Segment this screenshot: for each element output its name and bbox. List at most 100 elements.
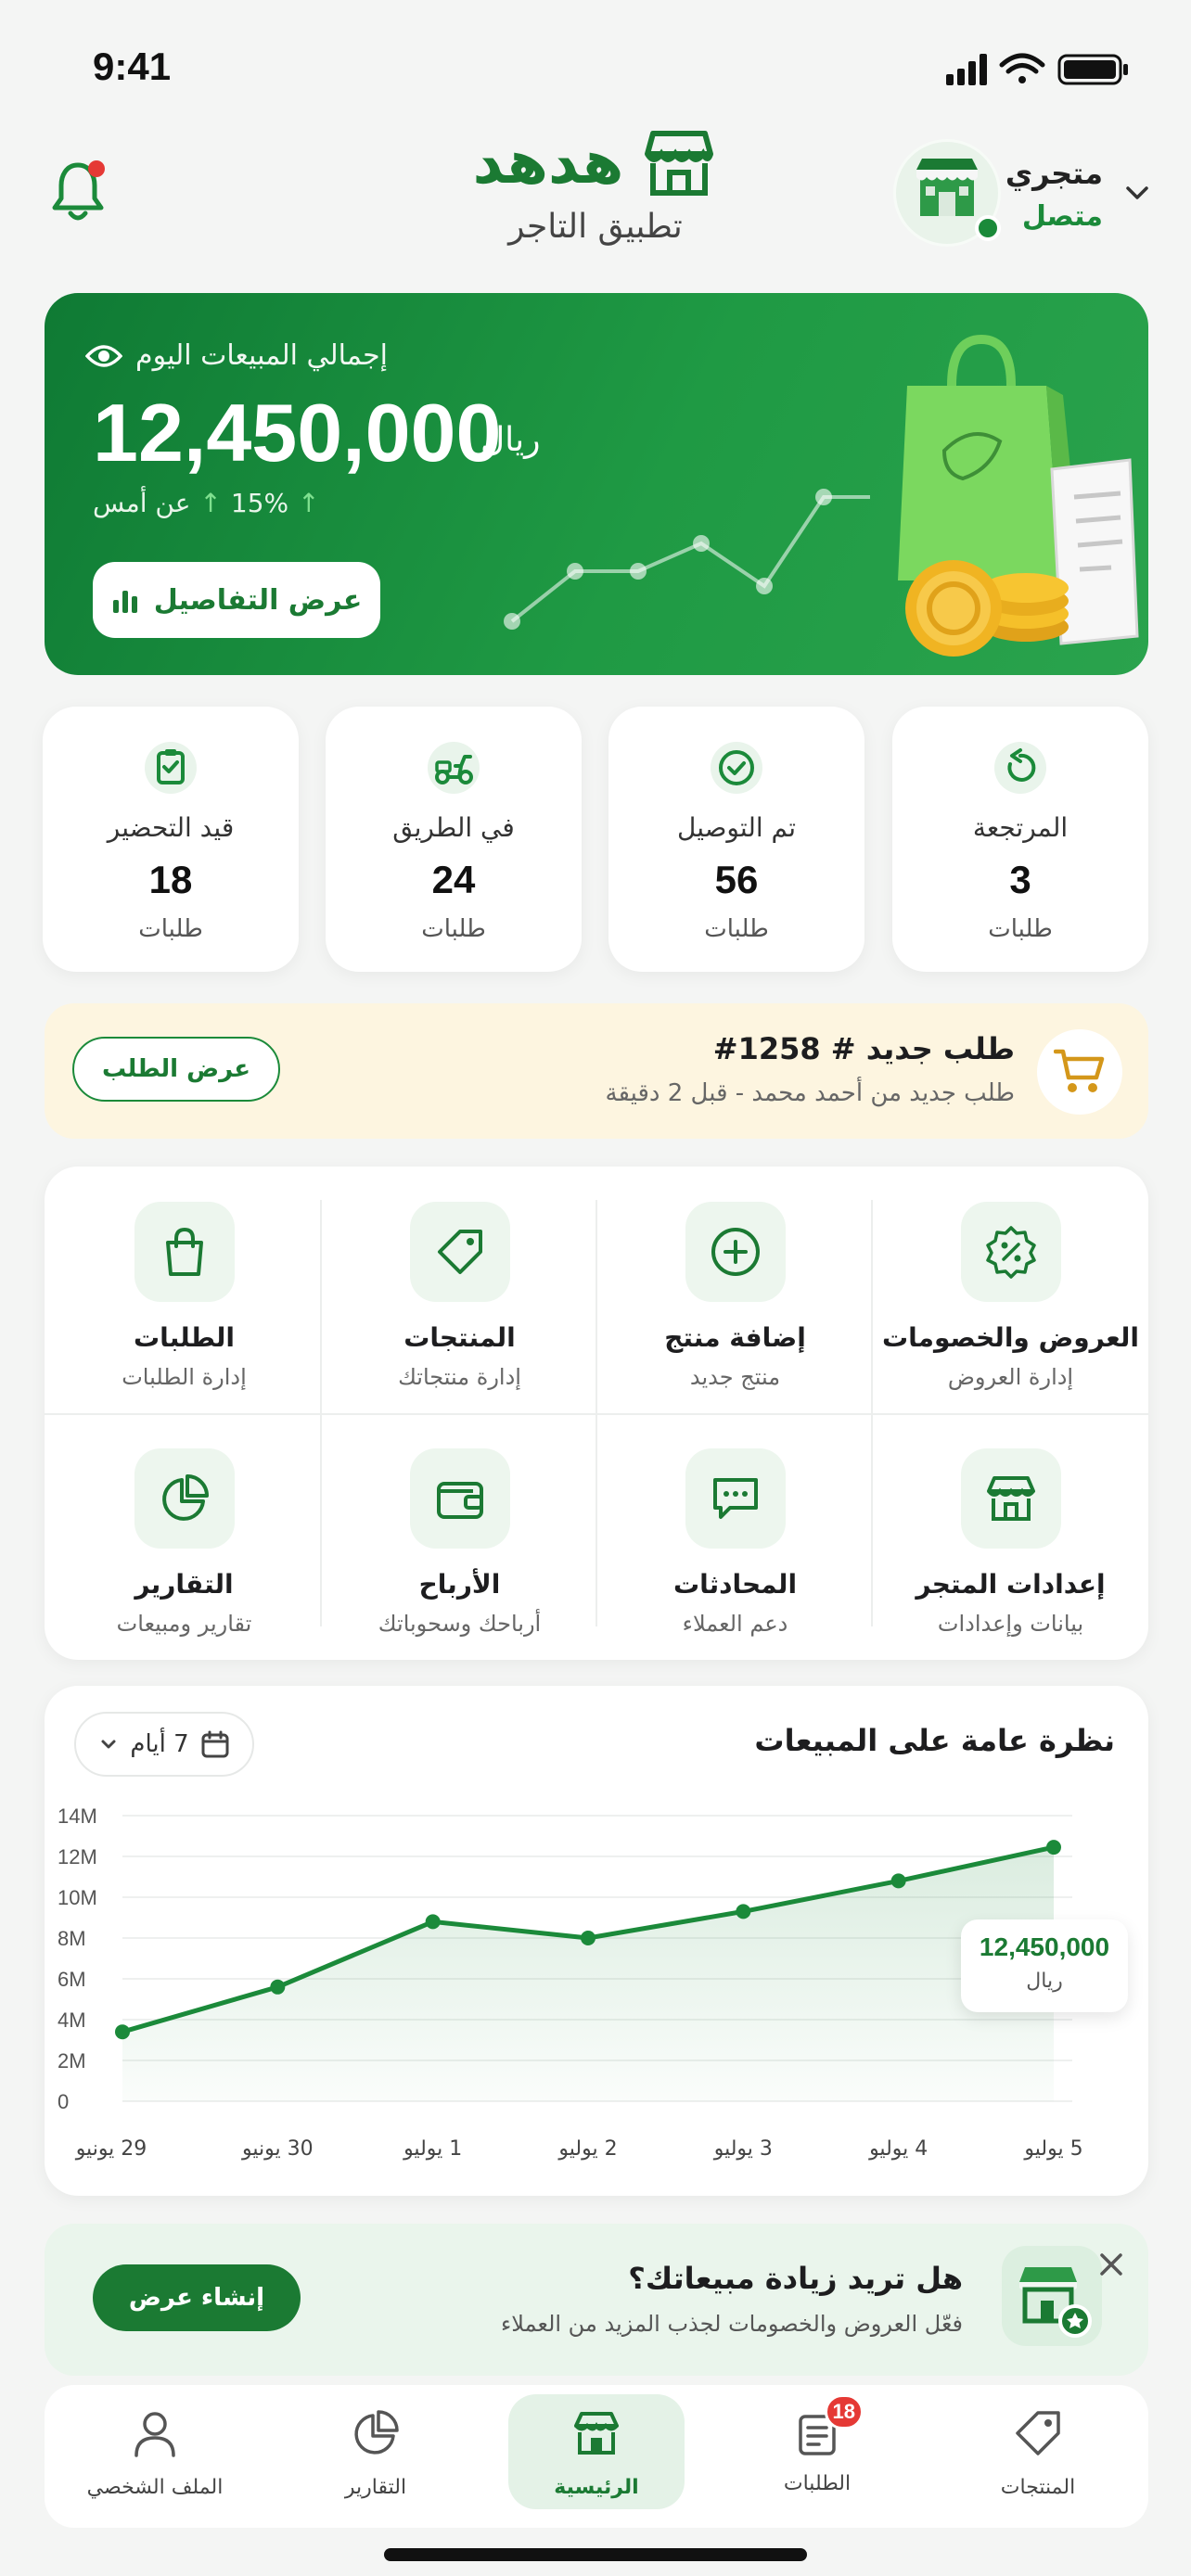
chart-point: [736, 1904, 751, 1919]
wifi-icon: [999, 53, 1045, 83]
tab-products[interactable]: المنتجات: [928, 2385, 1148, 2528]
new-order-banner[interactable]: طلب جديد # 1258# طلب جديد من أحمد محمد -…: [45, 1003, 1148, 1139]
eye-icon[interactable]: [85, 343, 123, 369]
user-icon: [134, 2412, 175, 2457]
home-indicator: [384, 2548, 807, 2561]
stat-unit: طلبات: [138, 915, 203, 943]
status-icons: [946, 53, 1128, 85]
store-name: متجري: [1005, 156, 1103, 191]
online-status-dot: [975, 215, 1001, 241]
storefront-icon: [986, 1476, 1035, 1521]
action-title: المحادثات: [672, 1569, 798, 1600]
action-products[interactable]: المنتجات إدارة منتجاتك: [322, 1167, 597, 1413]
tag-icon: [437, 1230, 482, 1274]
chart-point: [581, 1931, 596, 1945]
sales-summary-card: إجمالي المبيعات اليوم 12,450,000 ريال ↑ …: [45, 293, 1148, 675]
tooltip-currency: ريال: [1026, 1970, 1063, 1993]
tab-orders[interactable]: 18 الطلبات: [707, 2385, 928, 2528]
tooltip-value: 12,450,000: [979, 1932, 1110, 1961]
range-label: 7 أيام: [130, 1730, 189, 1758]
plus-circle-icon: [711, 1228, 760, 1276]
chart-y-tick: 6M: [58, 1968, 86, 1991]
arrow-up-icon: ↑: [199, 488, 222, 518]
brand-name: هدهد: [472, 129, 624, 198]
tab-reports[interactable]: التقارير: [265, 2385, 486, 2528]
action-earnings[interactable]: الأرباح أرباحك وسحوباتك: [322, 1413, 597, 1660]
orders-count-badge: 18: [824, 2394, 864, 2429]
shopping-bag-icon: [165, 1227, 203, 1276]
wallet-icon: [436, 1482, 483, 1519]
bottom-tab-bar: المنتجات 18 الطلبات الرئيسية التقارير ال…: [45, 2385, 1148, 2528]
stat-preparing[interactable]: قيد التحضير 18 طلبات: [43, 707, 299, 972]
action-title: العروض والخصومات: [882, 1322, 1139, 1353]
action-offers[interactable]: العروض والخصومات إدارة العروض: [873, 1167, 1148, 1413]
create-offer-button[interactable]: إنشاء عرض: [93, 2264, 301, 2331]
chart-y-tick: 8M: [58, 1927, 86, 1950]
chart-x-tick: 1 يوليو: [403, 2137, 462, 2161]
close-icon[interactable]: [1093, 2246, 1130, 2283]
chart-tooltip: 12,450,000 ريال: [961, 1919, 1128, 2012]
action-add-product[interactable]: إضافة منتج منتج جديد: [597, 1167, 873, 1413]
view-order-button[interactable]: عرض الطلب: [72, 1037, 280, 1102]
chart-x-tick: 30 يونيو: [241, 2137, 314, 2161]
tab-label: المنتجات: [1000, 2476, 1076, 2499]
stat-label: تم التوصيل: [677, 812, 796, 843]
new-order-subtitle: طلب جديد من أحمد محمد - قبل 2 دقيقة: [605, 1079, 1015, 1107]
tab-label: الرئيسية: [554, 2476, 639, 2499]
stat-label: المرتجعة: [972, 812, 1069, 843]
stat-delivered[interactable]: تم التوصيل 56 طلبات: [608, 707, 864, 972]
action-chats[interactable]: المحادثات دعم العملاء: [597, 1413, 873, 1660]
stat-label: قيد التحضير: [107, 812, 235, 843]
new-order-title: طلب جديد # 1258#: [712, 1031, 1015, 1066]
sales-overview-title: نظرة عامة على المبيعات: [754, 1723, 1115, 1758]
range-selector[interactable]: 7 أيام: [74, 1712, 254, 1777]
chart-point: [1046, 1840, 1061, 1855]
chart-y-tick: 4M: [58, 2009, 86, 2032]
chart-point: [115, 2024, 130, 2040]
sales-change: ↑ 15% ↑ عن أمس: [93, 488, 320, 518]
stat-on-the-way[interactable]: في الطريق 24 طلبات: [326, 707, 582, 972]
prep-clipboard-icon: [145, 742, 197, 794]
action-subtitle: إدارة الطلبات: [122, 1364, 247, 1390]
action-reports[interactable]: التقارير تقارير ومبيعات: [46, 1413, 322, 1660]
chart-y-tick: 0: [58, 2090, 69, 2113]
promo-art: [1002, 2246, 1102, 2346]
sales-sparkline: [504, 489, 870, 630]
action-title: إعدادات المتجر: [916, 1569, 1106, 1600]
view-details-button[interactable]: عرض التفاصيل: [93, 562, 380, 638]
view-details-label: عرض التفاصيل: [153, 583, 363, 617]
scooter-icon: [428, 742, 480, 794]
chart-point: [270, 1979, 286, 1995]
stat-value: 56: [714, 858, 759, 901]
store-status: متصل: [1021, 200, 1103, 233]
promo-subtitle: فعّل العروض والخصومات لجذب المزيد من الع…: [501, 2311, 963, 2337]
action-subtitle: أرباحك وسحوباتك: [378, 1611, 542, 1637]
chart-x-tick: 29 يونيو: [75, 2137, 147, 2161]
sales-change-value: 15%: [230, 488, 289, 518]
chevron-down-icon: [101, 1740, 116, 1749]
chevron-down-icon[interactable]: [1121, 176, 1154, 210]
store-logo-icon: [645, 131, 714, 196]
action-orders[interactable]: الطلبات إدارة الطلبات: [46, 1167, 322, 1413]
action-title: إضافة منتج: [664, 1322, 806, 1353]
chart-x-tick: 2 يوليو: [557, 2137, 617, 2161]
cart-avatar: [1037, 1029, 1122, 1115]
tab-label: التقارير: [344, 2476, 407, 2499]
chart-y-tick: 10M: [58, 1886, 97, 1909]
tab-profile[interactable]: الملف الشخصي: [45, 2385, 265, 2528]
promo-banner: هل تريد زيادة مبيعاتك؟ فعّل العروض والخص…: [45, 2224, 1148, 2376]
stat-returned[interactable]: المرتجعة 3 طلبات: [892, 707, 1148, 972]
action-store-settings[interactable]: إعدادات المتجر بيانات وإعدادات: [873, 1413, 1148, 1660]
check-circle-icon: [711, 742, 762, 794]
sales-amount: 12,450,000: [93, 387, 502, 478]
chart-y-tick: 14M: [58, 1804, 97, 1828]
tab-home[interactable]: الرئيسية: [486, 2385, 707, 2528]
chat-icon: [712, 1478, 758, 1519]
pie-chart-icon: [161, 1474, 209, 1521]
promo-title: هل تريد زيادة مبيعاتك؟: [628, 2261, 963, 2296]
orders-icon-wrap: 18: [791, 2394, 864, 2459]
stat-unit: طلبات: [704, 915, 769, 943]
arrow-up-icon: ↑: [298, 488, 320, 518]
store-switcher[interactable]: متجري متصل: [857, 139, 1148, 250]
action-subtitle: دعم العملاء: [682, 1611, 788, 1637]
